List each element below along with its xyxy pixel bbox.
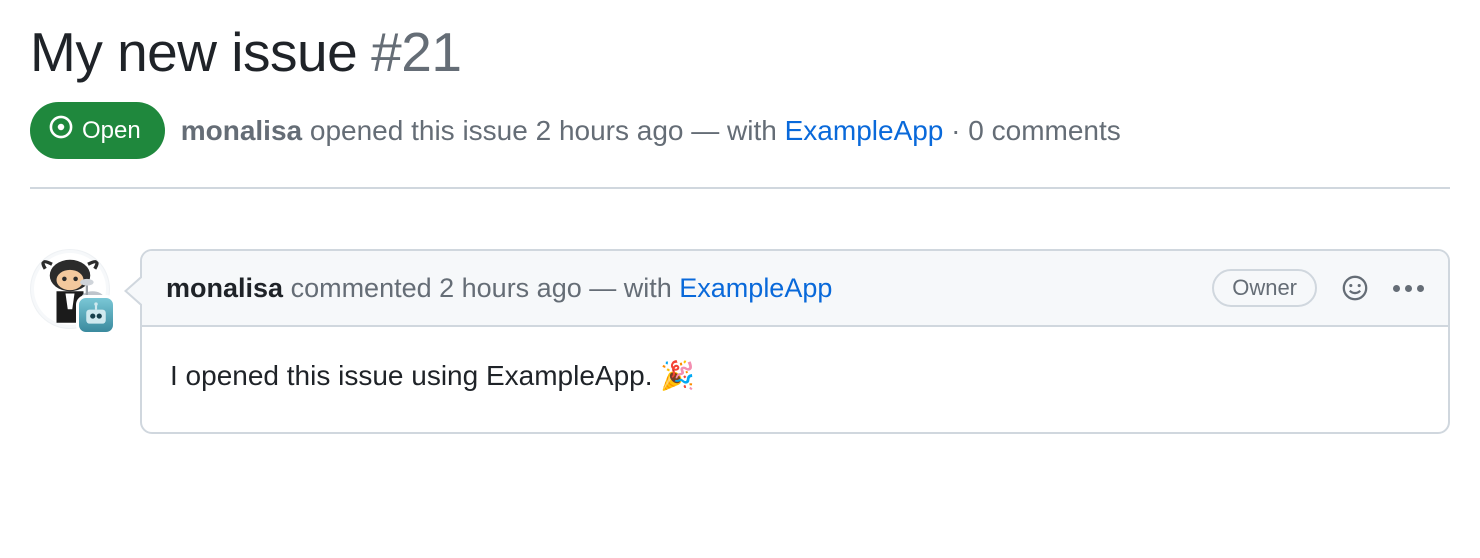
comment-menu-button[interactable] [1393, 285, 1424, 292]
issue-opened-text: opened this issue 2 hours ago — with [310, 115, 777, 146]
role-label: Owner [1212, 269, 1317, 307]
comment-body: I opened this issue using ExampleApp. 🎉 [142, 327, 1448, 432]
issue-number: #21 [371, 20, 461, 84]
comment-header-right: Owner [1212, 269, 1424, 307]
comment-box: monalisa commented 2 hours ago — with Ex… [140, 249, 1450, 434]
issue-state-badge: Open [30, 102, 165, 159]
issue-open-icon [48, 114, 74, 147]
kebab-icon [1393, 285, 1424, 292]
comment-header-left: monalisa commented 2 hours ago — with Ex… [166, 273, 832, 304]
issue-meta-row: Open monalisa opened this issue 2 hours … [30, 102, 1450, 189]
issue-title-row: My new issue #21 [30, 20, 1450, 84]
comment-header: monalisa commented 2 hours ago — with Ex… [142, 251, 1448, 327]
bot-badge-icon [76, 295, 116, 335]
issue-state-label: Open [82, 117, 141, 145]
issue-comments-count: · 0 comments [951, 115, 1121, 146]
timeline: monalisa commented 2 hours ago — with Ex… [30, 249, 1450, 434]
issue-title: My new issue [30, 20, 357, 84]
add-reaction-button[interactable] [1341, 274, 1369, 302]
avatar-wrap [30, 249, 110, 329]
issue-author-link[interactable]: monalisa [181, 115, 302, 146]
comment-author-link[interactable]: monalisa [166, 273, 283, 303]
issue-app-link[interactable]: ExampleApp [785, 115, 944, 146]
comment-commented-text: commented 2 hours ago — with [291, 273, 672, 303]
comment-app-link[interactable]: ExampleApp [679, 273, 832, 303]
issue-meta-text: monalisa opened this issue 2 hours ago —… [181, 115, 1121, 147]
